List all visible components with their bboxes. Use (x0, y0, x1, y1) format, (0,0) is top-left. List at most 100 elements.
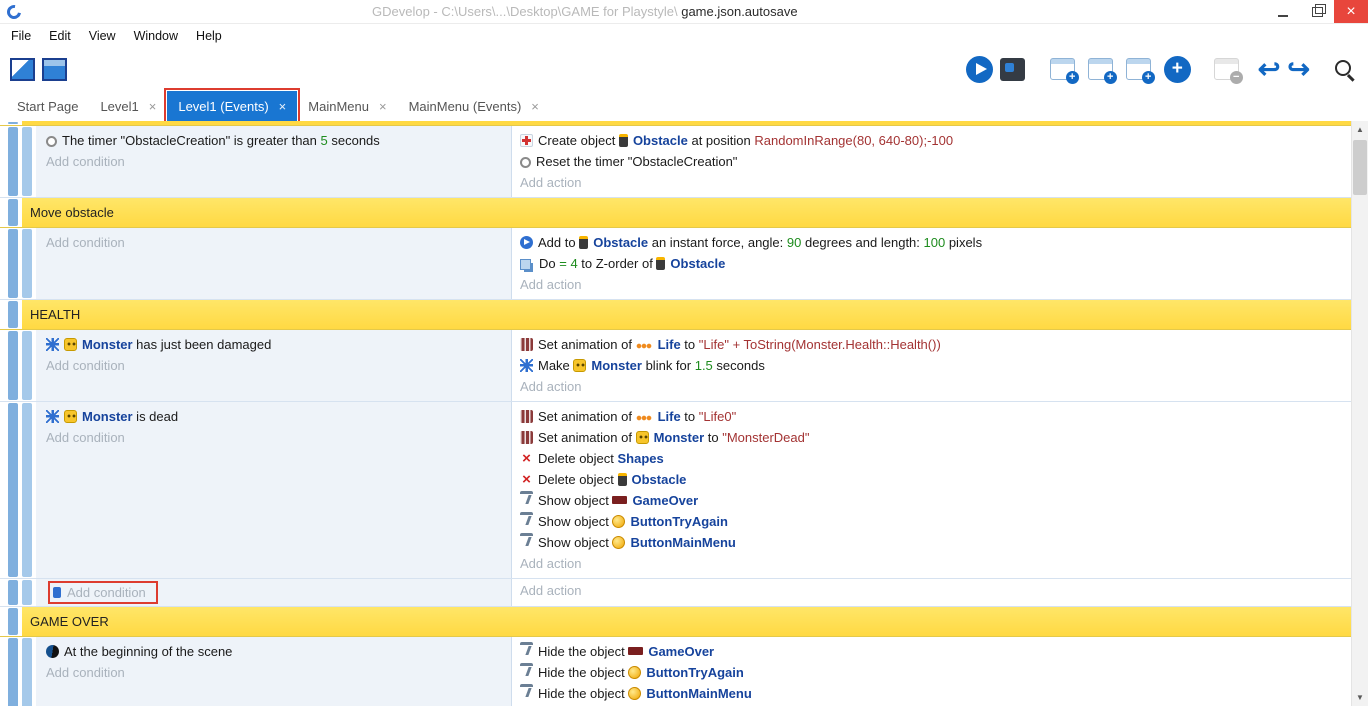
add-condition-button[interactable]: Add condition (46, 427, 511, 448)
event-handle-bar[interactable] (8, 403, 18, 577)
scroll-up-button[interactable]: ▲ (1352, 121, 1368, 138)
add-action-button[interactable]: Add action (520, 553, 1351, 574)
action-line[interactable]: Delete object Obstacle (520, 469, 1351, 490)
delete-event-icon (1214, 58, 1239, 80)
group-header-health[interactable]: HEALTH (22, 300, 1351, 329)
scene-icon (46, 645, 59, 658)
condition-line[interactable]: Monster is dead (46, 406, 511, 427)
menu-bar: FileEditViewWindowHelp (0, 24, 1368, 47)
tab-close-icon[interactable]: × (279, 99, 287, 114)
action-line[interactable]: Hide the object ButtonTryAgain (520, 662, 1351, 683)
menu-file[interactable]: File (2, 27, 40, 45)
open-project-icon[interactable] (42, 58, 67, 81)
menu-window[interactable]: Window (125, 27, 187, 45)
menu-view[interactable]: View (80, 27, 125, 45)
preview-play-icon[interactable] (966, 56, 993, 83)
add-comment-icon[interactable] (1126, 58, 1151, 80)
condition-line[interactable]: The timer "ObstacleCreation" is greater … (46, 130, 511, 151)
tab-start-page[interactable]: Start Page (6, 91, 89, 121)
text-segment: an instant force, angle: (648, 235, 787, 250)
event-handle-bar[interactable] (22, 403, 32, 577)
action-line[interactable]: Make Monster blink for 1.5 seconds (520, 355, 1351, 376)
event-handle-bar[interactable] (8, 229, 18, 298)
add-other-icon[interactable] (1164, 56, 1191, 83)
add-condition-button[interactable]: Add condition (48, 581, 158, 604)
action-line[interactable]: Set animation of Monster to "MonsterDead… (520, 427, 1351, 448)
tab-level1-events[interactable]: Level1 (Events) × (167, 91, 297, 121)
action-line[interactable]: Add to Obstacle an instant force, angle:… (520, 232, 1351, 253)
scroll-down-button[interactable]: ▼ (1352, 689, 1368, 706)
restore-button[interactable] (1300, 0, 1334, 23)
event-handle-bar[interactable] (8, 301, 18, 328)
event-handle-bar[interactable] (8, 199, 18, 226)
event-handle-bar[interactable] (8, 122, 18, 124)
tab-close-icon[interactable]: × (149, 99, 157, 114)
event-handle-bar[interactable] (22, 127, 32, 196)
action-line[interactable]: Show object ButtonMainMenu (520, 532, 1351, 553)
action-line[interactable]: Set animation of Life to "Life0" (520, 406, 1351, 427)
group-header-game-over[interactable]: GAME OVER (22, 607, 1351, 636)
tab-label: MainMenu (Events) (409, 99, 522, 114)
event-handle-bar[interactable] (22, 580, 32, 605)
add-condition-button[interactable]: Add condition (46, 151, 511, 172)
add-action-button[interactable]: Add action (520, 172, 1351, 193)
new-project-icon[interactable] (10, 58, 35, 81)
search-icon[interactable] (1331, 56, 1358, 83)
action-line[interactable]: Delete object Shapes (520, 448, 1351, 469)
add-action-button[interactable]: Add action (520, 580, 1351, 601)
event-handle-bar[interactable] (8, 127, 18, 196)
action-line[interactable]: Hide the object GameOver (520, 641, 1351, 662)
text-segment: Shapes (618, 451, 664, 466)
action-line[interactable]: Do = 4 to Z-order of Obstacle (520, 253, 1351, 274)
add-condition-button[interactable]: Add condition (46, 662, 511, 683)
minimize-button[interactable] (1266, 0, 1300, 23)
add-condition-button[interactable]: Add condition (46, 232, 511, 253)
conditions-cell: Monster has just been damagedAdd conditi… (36, 330, 512, 401)
redo-icon[interactable] (1287, 56, 1324, 82)
tab-bar: Start PageLevel1×Level1 (Events)×MainMen… (0, 91, 1368, 121)
menu-edit[interactable]: Edit (40, 27, 80, 45)
monster-icon (64, 338, 77, 351)
condition-line[interactable]: At the beginning of the scene (46, 641, 511, 662)
tab-level1[interactable]: Level1× (89, 91, 167, 121)
tab-close-icon[interactable]: × (379, 99, 387, 114)
add-action-button[interactable]: Add action (520, 274, 1351, 295)
tab-close-icon[interactable]: × (531, 99, 539, 114)
debugger-icon[interactable] (1000, 58, 1025, 81)
text-segment: ButtonTryAgain (630, 514, 728, 529)
add-subevent-icon[interactable] (1088, 58, 1113, 80)
close-button[interactable]: × (1334, 0, 1368, 23)
tab-mainmenu-events[interactable]: MainMenu (Events) × (398, 91, 550, 121)
toolbar-right (966, 56, 1358, 83)
event-handle-bar[interactable] (22, 331, 32, 400)
vertical-scrollbar[interactable]: ▲ ▼ (1351, 121, 1368, 706)
event-handle-bar[interactable] (22, 638, 32, 706)
action-line[interactable]: Set animation of Life to "Life" + ToStri… (520, 334, 1351, 355)
add-condition-label: Add condition (67, 582, 146, 603)
event-handle-bar[interactable] (8, 580, 18, 605)
action-line[interactable]: Create object Obstacle at position Rando… (520, 130, 1351, 151)
text-segment: 100 (924, 235, 946, 250)
event-handle-bar[interactable] (22, 229, 32, 298)
action-line[interactable]: Hide the object ButtonMainMenu (520, 683, 1351, 704)
add-event-icon[interactable] (1050, 58, 1075, 80)
event-gutter (0, 198, 22, 227)
action-line[interactable]: Show object ButtonTryAgain (520, 511, 1351, 532)
action-line[interactable]: Reset the timer "ObstacleCreation" (520, 151, 1351, 172)
menu-help[interactable]: Help (187, 27, 231, 45)
condition-line[interactable]: Monster has just been damaged (46, 334, 511, 355)
undo-icon[interactable] (1258, 56, 1281, 82)
event-handle-bar[interactable] (8, 638, 18, 706)
text-segment: Obstacle (593, 235, 648, 250)
tab-mainmenu[interactable]: MainMenu× (297, 91, 397, 121)
add-condition-button[interactable]: Add condition (46, 355, 511, 376)
group-header-move-obstacle[interactable]: Move obstacle (22, 198, 1351, 227)
add-action-button[interactable]: Add action (520, 376, 1351, 397)
text-segment: = 4 (559, 256, 577, 271)
text-segment: seconds (713, 358, 765, 373)
action-line[interactable]: Show object GameOver (520, 490, 1351, 511)
event-handle-bar[interactable] (8, 608, 18, 635)
tab-label: Level1 (Events) (178, 99, 268, 114)
scrollbar-thumb[interactable] (1353, 140, 1367, 195)
event-handle-bar[interactable] (8, 331, 18, 400)
